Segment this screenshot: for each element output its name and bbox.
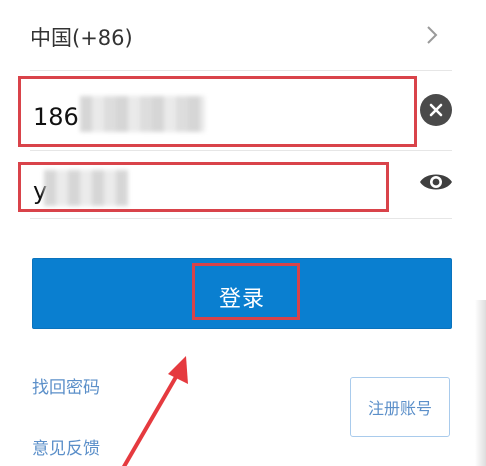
- divider: [30, 218, 452, 219]
- country-selector[interactable]: 中国(+86): [30, 12, 450, 56]
- scroll-edge: [475, 300, 486, 466]
- divider: [30, 70, 452, 71]
- clear-icon[interactable]: [420, 94, 452, 126]
- phone-highlight-box: [18, 76, 417, 147]
- login-highlight-box: [192, 263, 300, 320]
- country-code-label: 中国(+86): [30, 26, 133, 50]
- feedback-link[interactable]: 意见反馈: [32, 434, 100, 459]
- divider: [30, 150, 452, 151]
- register-button[interactable]: 注册账号: [350, 377, 450, 437]
- eye-icon[interactable]: [418, 170, 454, 194]
- forgot-password-link[interactable]: 找回密码: [32, 373, 100, 398]
- password-highlight-box: [18, 162, 389, 212]
- chevron-right-icon: [426, 26, 438, 44]
